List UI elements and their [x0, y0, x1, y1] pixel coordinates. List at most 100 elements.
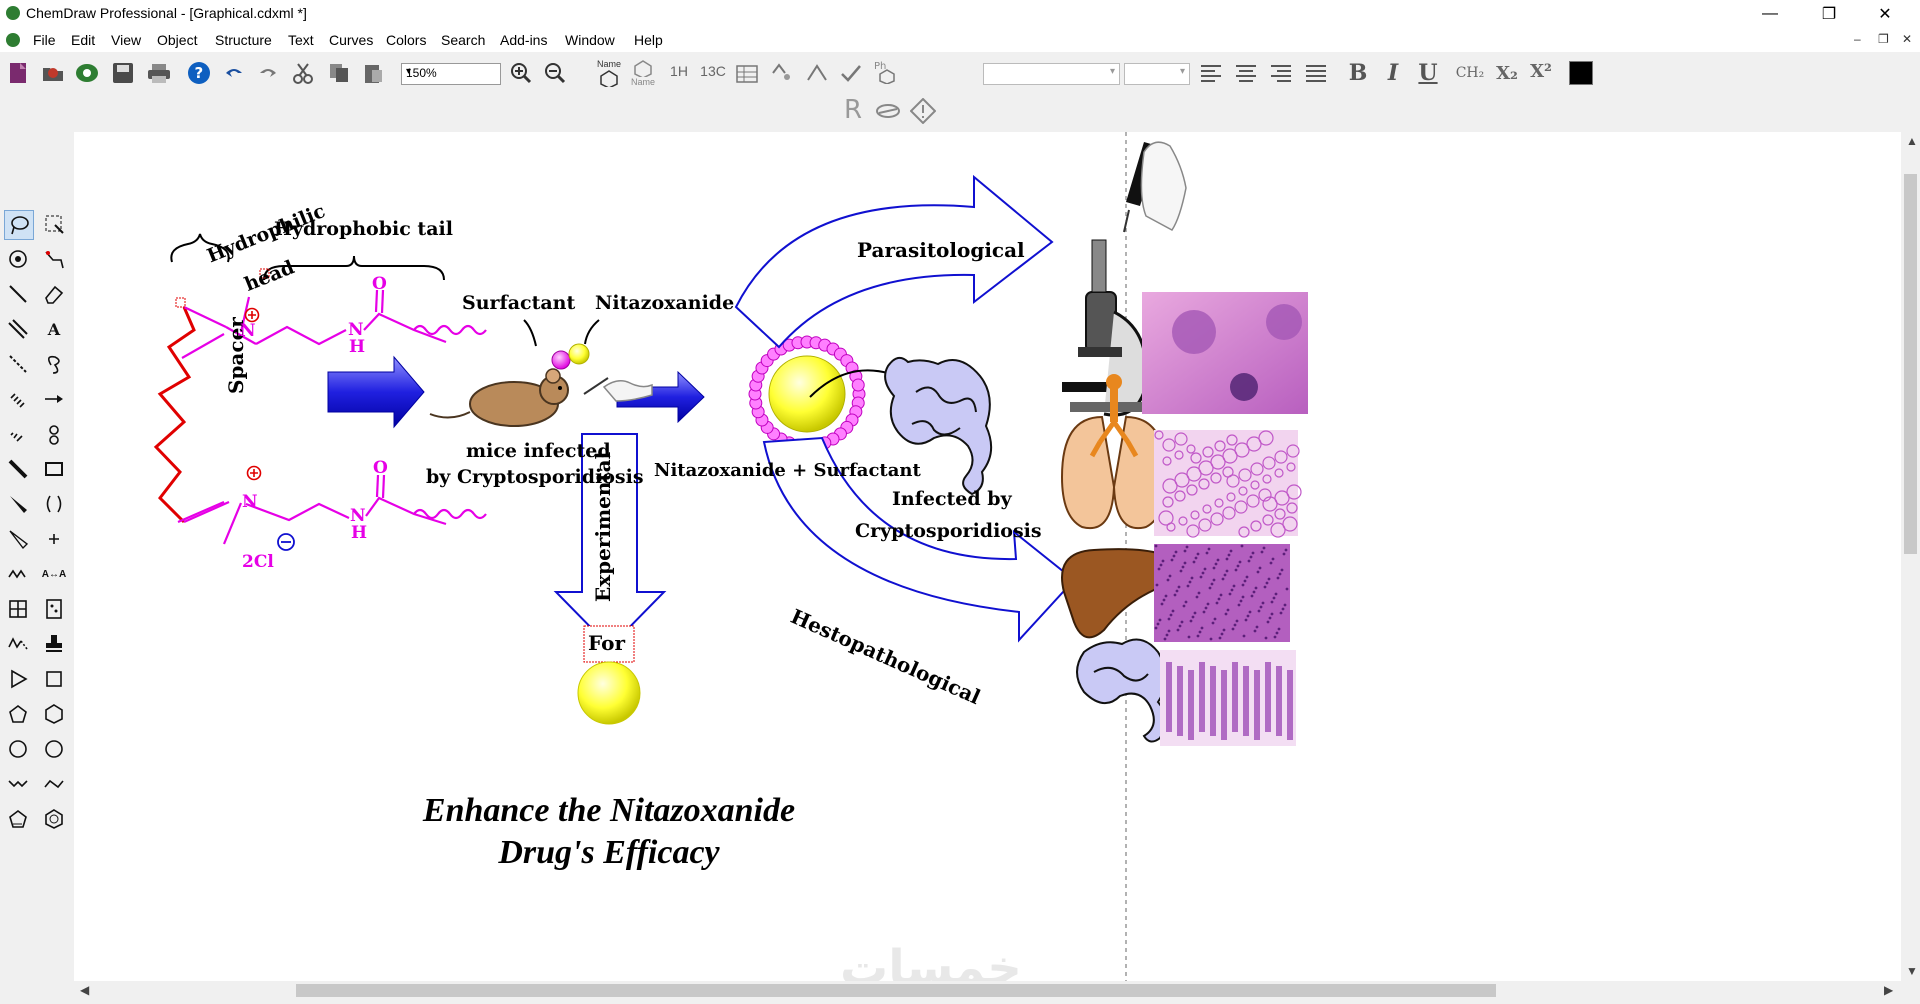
paste-icon[interactable]	[360, 60, 386, 86]
wedge-bond-icon[interactable]	[4, 490, 32, 518]
open-template-icon[interactable]	[74, 60, 100, 86]
italic-button[interactable]: I	[1380, 60, 1406, 86]
mdi-minimize-button[interactable]: –	[1854, 32, 1861, 46]
scroll-down-icon[interactable]: ▼	[1906, 964, 1918, 978]
predict-13c-nmr-icon[interactable]: 13C	[698, 58, 728, 84]
mdi-close-button[interactable]: ✕	[1902, 32, 1912, 46]
cut-icon[interactable]	[290, 60, 316, 86]
drawing-canvas[interactable]: Hydrophilic head Hydrophobic tail Spacer…	[74, 132, 1901, 981]
menu-edit[interactable]: Edit	[71, 32, 95, 48]
orbital-icon[interactable]	[40, 350, 68, 378]
mdi-restore-button[interactable]: ❐	[1878, 32, 1889, 46]
check-structure-icon[interactable]	[838, 60, 864, 86]
print-icon[interactable]	[146, 60, 172, 86]
menu-add-ins[interactable]: Add-ins	[500, 32, 547, 48]
tlc-plate-icon[interactable]	[40, 595, 68, 623]
document-icon[interactable]	[6, 33, 20, 47]
bold-button[interactable]: B	[1345, 60, 1371, 86]
zoom-select[interactable]: 150% ▾	[401, 63, 501, 85]
formula-button[interactable]: CH₂	[1453, 60, 1487, 86]
align-right-icon[interactable]	[1268, 60, 1294, 86]
brackets-icon[interactable]	[40, 490, 68, 518]
plus-charge-icon[interactable]	[40, 525, 68, 553]
cyclopentadiene-icon[interactable]	[4, 805, 32, 833]
hashed-wedge-icon[interactable]	[4, 420, 32, 448]
vertical-scrollbar[interactable]: ▲ ▼	[1901, 132, 1920, 981]
bond-chain-icon[interactable]	[40, 245, 68, 273]
eraser-icon[interactable]	[40, 280, 68, 308]
menu-object[interactable]: Object	[157, 32, 197, 48]
mass-fragment-icon[interactable]	[40, 420, 68, 448]
menu-structure[interactable]: Structure	[215, 32, 272, 48]
minimize-button[interactable]: —	[1747, 0, 1793, 28]
double-bond-icon[interactable]	[4, 315, 32, 343]
table-icon[interactable]	[4, 595, 32, 623]
bold-bond-icon[interactable]	[4, 455, 32, 483]
undo-icon[interactable]	[220, 60, 246, 86]
scroll-right-icon[interactable]: ▶	[1884, 983, 1893, 997]
horizontal-scroll-thumb[interactable]	[296, 984, 1496, 997]
menu-help[interactable]: Help	[634, 32, 663, 48]
menu-view[interactable]: View	[111, 32, 141, 48]
single-bond-icon[interactable]	[4, 280, 32, 308]
menu-file[interactable]: File	[33, 32, 56, 48]
acyclic-chain-icon[interactable]	[4, 630, 32, 658]
redo-icon[interactable]	[256, 60, 282, 86]
scroll-up-icon[interactable]: ▲	[1906, 134, 1918, 148]
save-icon[interactable]	[110, 60, 136, 86]
chain-icon[interactable]	[4, 560, 32, 588]
chemical-properties-icon[interactable]	[734, 60, 760, 86]
r-group-button[interactable]: R	[840, 95, 866, 125]
horizontal-scrollbar[interactable]: ◀ ▶	[74, 981, 1901, 1000]
rectangle-icon[interactable]	[40, 455, 68, 483]
maximize-button[interactable]: ❐	[1806, 0, 1852, 28]
font-family-select[interactable]: ▾	[983, 63, 1120, 85]
menu-text[interactable]: Text	[288, 32, 314, 48]
cyclohexane-icon[interactable]	[4, 735, 32, 763]
name-to-structure-icon[interactable]: Name	[594, 56, 624, 90]
warning-icon[interactable]	[910, 98, 936, 124]
menu-search[interactable]: Search	[441, 32, 485, 48]
hexagon-icon[interactable]	[40, 700, 68, 728]
text-tool-icon[interactable]: A	[40, 315, 68, 343]
pentagon-icon[interactable]	[4, 700, 32, 728]
menu-window[interactable]: Window	[565, 32, 615, 48]
lasso-icon[interactable]	[4, 210, 34, 240]
dashed-bond-icon[interactable]	[4, 350, 32, 378]
align-left-icon[interactable]	[1198, 60, 1224, 86]
chair-conformation-2-icon[interactable]	[40, 770, 68, 798]
clean-structure-icon[interactable]	[875, 98, 901, 124]
close-button[interactable]: ✕	[1862, 0, 1908, 28]
atom-map-icon[interactable]: A↔A	[40, 560, 68, 588]
menu-curves[interactable]: Curves	[329, 32, 373, 48]
underline-button[interactable]: U	[1415, 60, 1441, 86]
copy-icon[interactable]	[326, 60, 352, 86]
justify-icon[interactable]	[1303, 60, 1329, 86]
rotate-icon[interactable]	[4, 245, 32, 273]
cycloheptane-icon[interactable]	[40, 735, 68, 763]
subscript-button[interactable]: X₂	[1492, 60, 1522, 86]
font-size-select[interactable]: ▾	[1124, 63, 1190, 85]
hashed-bond-icon[interactable]	[4, 385, 32, 413]
new-document-icon[interactable]	[5, 60, 31, 86]
hollow-wedge-icon[interactable]	[4, 525, 32, 553]
color-swatch-button[interactable]	[1568, 60, 1594, 86]
vertical-scroll-thumb[interactable]	[1904, 174, 1917, 554]
ph-icon[interactable]: Ph	[872, 58, 898, 84]
help-icon[interactable]: ?	[186, 60, 212, 86]
square-icon[interactable]	[40, 665, 68, 693]
structure-to-name-icon[interactable]: Name	[628, 56, 658, 90]
align-center-icon[interactable]	[1233, 60, 1259, 86]
reaction-interpreter-icon[interactable]	[768, 58, 794, 84]
chair-conformation-1-icon[interactable]	[4, 770, 32, 798]
zoom-out-icon[interactable]	[542, 60, 568, 86]
marquee-icon[interactable]	[40, 210, 68, 238]
menu-colors[interactable]: Colors	[386, 32, 426, 48]
stamp-icon[interactable]	[40, 630, 68, 658]
scroll-left-icon[interactable]: ◀	[80, 983, 89, 997]
zoom-in-icon[interactable]	[508, 60, 534, 86]
superscript-button[interactable]: X²	[1526, 58, 1556, 84]
triangle-icon[interactable]	[4, 665, 32, 693]
predict-1h-nmr-icon[interactable]: 1H	[664, 58, 694, 84]
arrow-icon[interactable]	[40, 385, 68, 413]
